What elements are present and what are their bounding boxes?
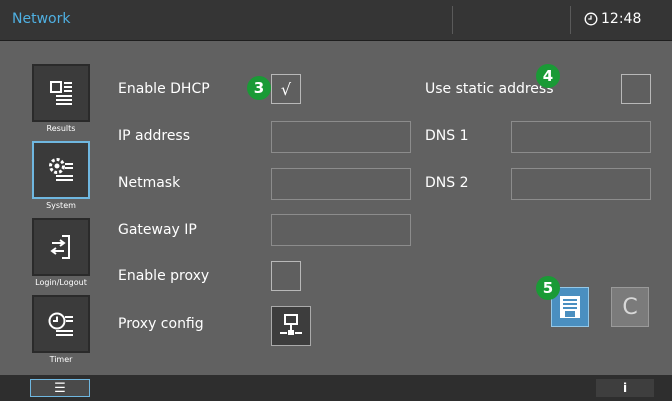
header-divider [570,6,571,34]
clock: 12:48 [584,11,641,27]
dns1-label: DNS 1 [425,128,469,144]
bottom-bar: ☰ i [0,375,672,401]
clock-icon [584,12,598,26]
netmask-label: Netmask [118,175,181,191]
enable-dhcp-label: Enable DHCP [118,81,210,97]
hamburger-icon: ☰ [54,380,66,396]
sidebar-item-label: Results [46,124,76,133]
enable-proxy-label: Enable proxy [118,268,210,284]
login-logout-icon [50,235,70,259]
sidebar-item-label: Timer [49,355,73,364]
menu-button[interactable]: ☰ [30,379,90,397]
save-icon [560,296,580,318]
header-divider [452,6,453,34]
annotation-badge: 4 [536,64,560,88]
annotation-badge: 5 [536,276,560,300]
dns2-field[interactable] [511,168,651,200]
title-bar: Network 12:48 [0,0,672,41]
network-settings-screen: Network 12:48 Results System Login/Logou… [0,0,672,401]
sidebar-item-label: Login/Logout [35,278,87,287]
netmask-field[interactable] [271,168,411,200]
info-button[interactable]: i [596,379,654,397]
ip-address-field[interactable] [271,121,411,153]
page-title: Network [12,11,71,27]
sidebar-item-login-logout[interactable]: Login/Logout [30,218,92,287]
dns1-field[interactable] [511,121,651,153]
timer-icon [48,312,73,336]
enable-proxy-checkbox[interactable] [271,261,301,291]
enable-dhcp-checkbox[interactable]: √ [271,74,301,104]
use-static-address-checkbox[interactable] [621,74,651,104]
system-icon [49,158,73,181]
sidebar-item-system[interactable]: System [30,141,92,210]
sidebar-item-timer[interactable]: Timer [30,295,92,364]
annotation-badge: 3 [247,76,271,100]
network-config-icon [280,314,302,335]
check-mark-icon: √ [280,79,292,99]
dns2-label: DNS 2 [425,175,469,191]
info-icon: i [622,381,628,395]
proxy-config-button[interactable] [271,306,311,346]
gateway-ip-label: Gateway IP [118,222,197,238]
clock-time: 12:48 [601,11,642,27]
use-static-address-label: Use static address [425,81,554,97]
results-icon [50,81,72,105]
gateway-ip-field[interactable] [271,214,411,246]
ip-address-label: IP address [118,128,191,144]
sidebar-item-label: System [46,201,76,210]
cancel-button[interactable]: C [611,287,649,327]
sidebar-item-results[interactable]: Results [30,64,92,133]
proxy-config-label: Proxy config [118,316,204,332]
